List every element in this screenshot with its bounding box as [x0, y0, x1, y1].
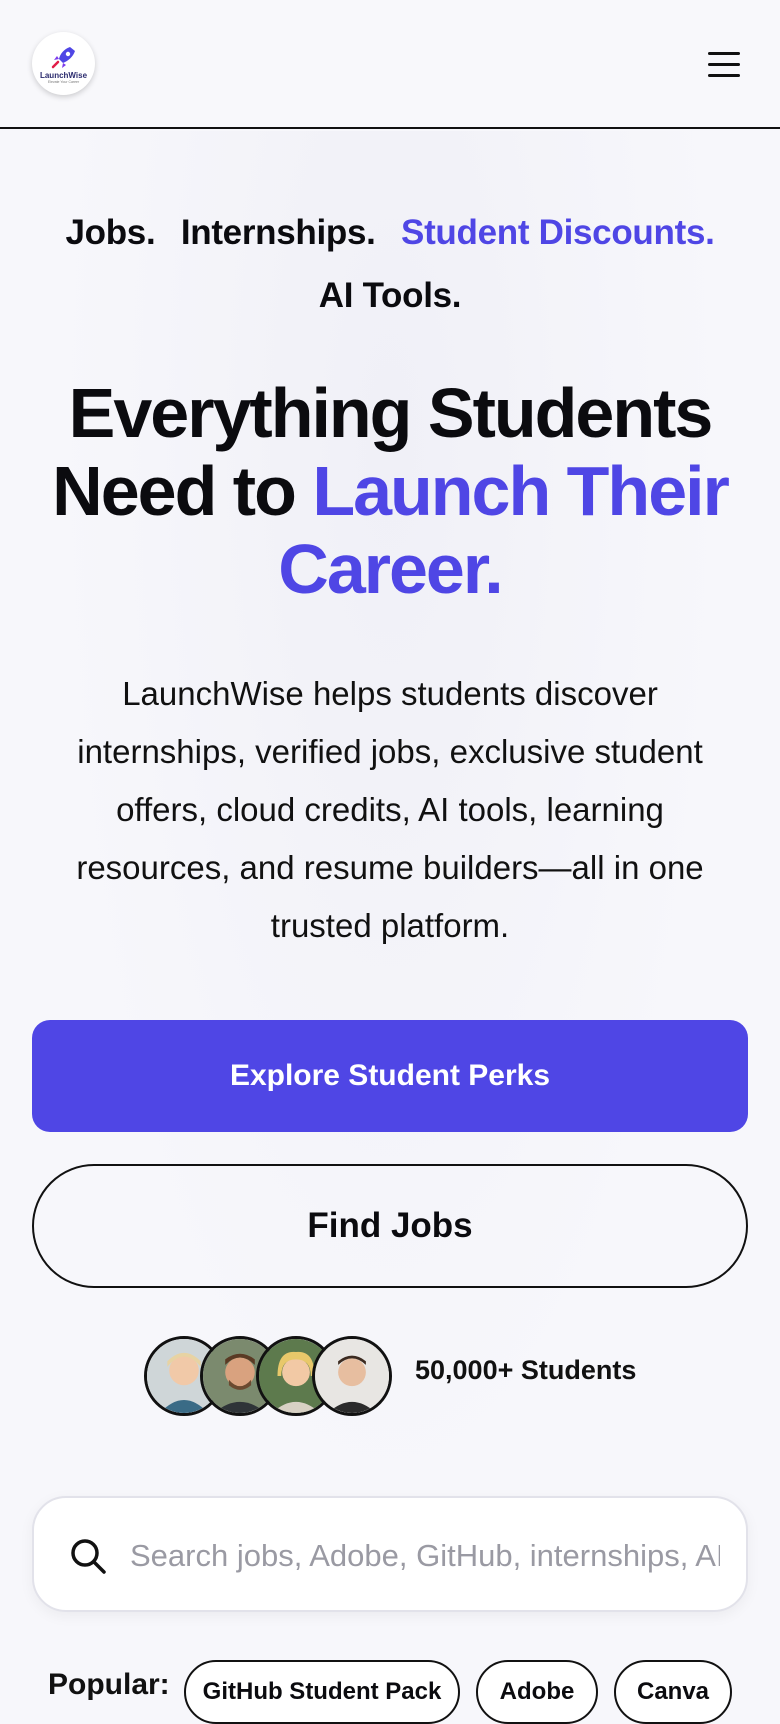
popular-label: Popular:: [48, 1668, 170, 1701]
logo-subtitle: Elevate Your Career: [47, 79, 80, 84]
tagline-ai-tools: AI Tools.: [318, 276, 462, 315]
find-jobs-button[interactable]: Find Jobs: [32, 1164, 748, 1288]
headline-line-1: Everything Students: [68, 374, 714, 452]
headline-career: Career.: [278, 530, 503, 608]
headline-line-2: Need to Launch Their: [30, 452, 750, 530]
student-avatars: [144, 1336, 394, 1416]
tagline-jobs: Jobs.: [65, 213, 156, 252]
students-count: 50,000+ Students: [415, 1355, 637, 1385]
page-headline: Everything Students Need to Launch Their…: [30, 374, 750, 608]
rocket-icon: [51, 46, 75, 68]
headline-launch-their: Launch Their: [312, 452, 729, 530]
tagline-internships: Internships.: [180, 213, 376, 252]
search-bar[interactable]: [32, 1496, 748, 1612]
logo-text: LaunchWise: [39, 70, 88, 80]
tagline-student-discounts: Student Discounts.: [401, 213, 715, 252]
avatar: [312, 1336, 392, 1416]
search-icon: [71, 1539, 106, 1574]
headline-need-to: Need to: [52, 452, 297, 530]
chip-canva[interactable]: Canva: [614, 1660, 732, 1724]
explore-student-perks-button[interactable]: Explore Student Perks: [32, 1020, 748, 1132]
search-input[interactable]: [130, 1528, 720, 1584]
top-nav: LaunchWise Elevate Your Career: [0, 0, 780, 129]
launchwise-logo[interactable]: LaunchWise Elevate Your Career: [32, 32, 95, 95]
tagline-line-1: Jobs. Internships. Student Discounts.: [40, 213, 740, 253]
hamburger-menu-icon[interactable]: [708, 44, 748, 84]
chip-adobe[interactable]: Adobe: [476, 1660, 598, 1724]
hero-description: LaunchWise helps students discover inter…: [76, 675, 704, 944]
chip-github-student-pack[interactable]: GitHub Student Pack: [184, 1660, 460, 1724]
tagline-line-2: AI Tools.: [40, 276, 740, 316]
